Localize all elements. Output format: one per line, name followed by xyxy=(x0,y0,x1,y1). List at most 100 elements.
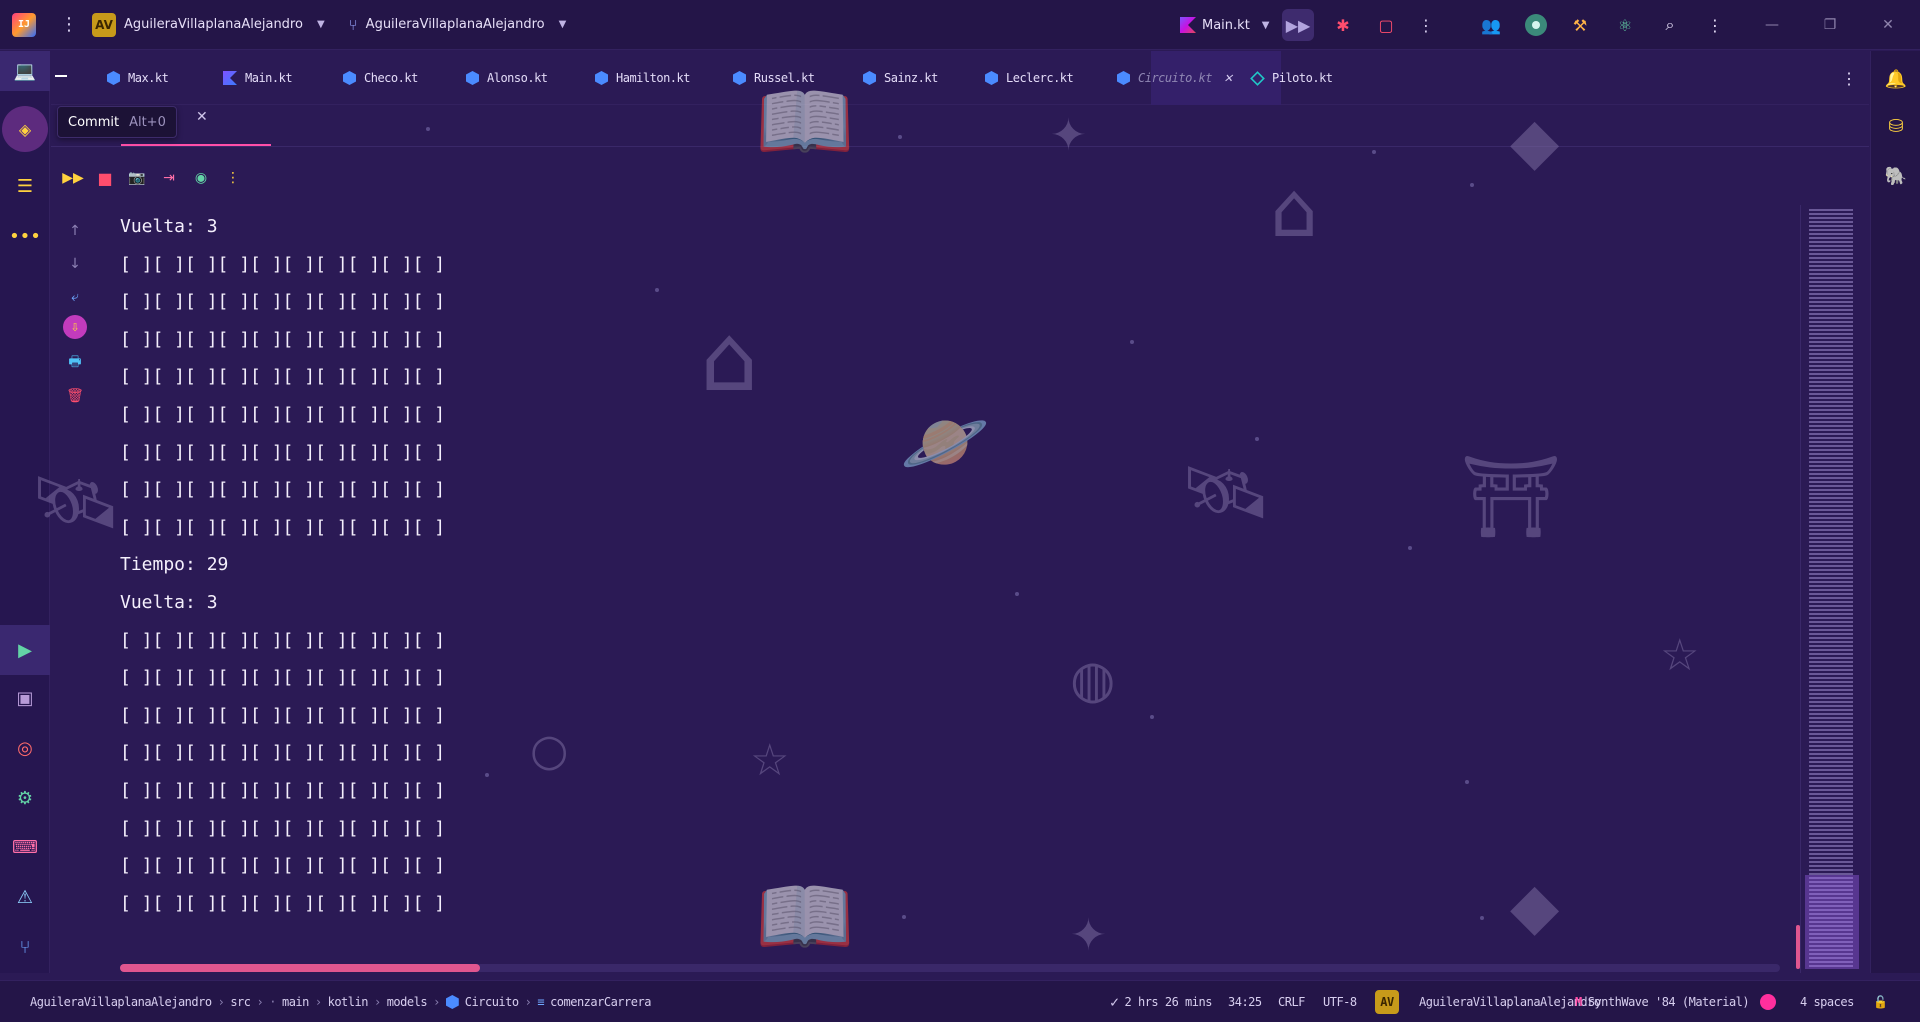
user-info[interactable]: AV AguileraVillaplanaAlejandro xyxy=(1375,981,1601,1022)
ai-assistant-icon[interactable] xyxy=(1520,9,1552,41)
table-doodle: ⛩ xyxy=(1460,450,1562,543)
breadcrumb-item[interactable]: models xyxy=(387,995,428,1009)
branch-selector[interactable]: ⑂ AguileraVillaplanaAlejandro ▼ xyxy=(349,0,567,50)
lock-icon[interactable]: 🔓 xyxy=(1873,981,1888,1022)
project-avatar: AV xyxy=(92,12,116,37)
arrow-up-icon[interactable]: ↑ xyxy=(60,216,90,246)
intellij-logo-icon[interactable]: IJ xyxy=(12,12,36,37)
console-line: [ ][ ][ ][ ][ ][ ][ ][ ][ ][ ] xyxy=(120,855,446,877)
terminal-icon[interactable]: ⌨ xyxy=(0,827,50,867)
cursor-position[interactable]: 34:25 xyxy=(1228,981,1262,1022)
stop-icon[interactable]: ■ xyxy=(89,162,121,194)
breadcrumb-item[interactable]: kotlin xyxy=(328,995,369,1009)
git-icon[interactable]: ⑂ xyxy=(0,927,50,967)
console-line: [ ][ ][ ][ ][ ][ ][ ][ ][ ][ ] xyxy=(120,704,446,726)
tab-alonso[interactable]: Alonso.kt xyxy=(466,65,548,91)
time-tracker[interactable]: ✓ 2 hrs 26 mins xyxy=(1110,981,1212,1022)
horizontal-scrollbar-thumb[interactable] xyxy=(120,964,480,972)
more-tools-icon[interactable]: ••• xyxy=(0,216,50,256)
more-options-icon[interactable]: ⋮ xyxy=(217,162,249,194)
search-icon[interactable]: ⌕ xyxy=(1654,9,1686,41)
breadcrumb-item[interactable]: comenzarCarrera xyxy=(550,995,651,1009)
close-run-tab-icon[interactable]: ✕ xyxy=(196,109,208,125)
more-actions-icon[interactable]: ⋮ xyxy=(1410,9,1442,41)
structure-icon[interactable]: ☰ xyxy=(0,166,50,206)
trash-icon[interactable]: 🗑 xyxy=(60,381,90,411)
tab-max[interactable]: Max.kt xyxy=(107,65,169,91)
gradle-icon[interactable]: 🐘 xyxy=(1871,156,1920,196)
main-menu-icon[interactable]: ⋮ xyxy=(54,0,84,50)
profiler-icon[interactable]: ◎ xyxy=(0,728,50,768)
file-encoding[interactable]: UTF-8 xyxy=(1323,981,1357,1022)
branch-name: AguileraVillaplanaAlejandro xyxy=(365,17,545,32)
arrow-down-icon[interactable]: ↓ xyxy=(60,249,90,279)
divider xyxy=(51,146,1869,147)
restore-icon[interactable]: ❐ xyxy=(1810,0,1850,50)
settings-more-icon[interactable]: ⋮ xyxy=(1699,9,1731,41)
build-tools-icon[interactable]: ⚒ xyxy=(1564,9,1596,41)
tab-label: Max.kt xyxy=(128,71,169,85)
scroll-to-end-icon[interactable]: ⇩ xyxy=(63,315,87,339)
soft-wrap-icon[interactable]: ⤶ xyxy=(60,282,90,312)
stop-button[interactable]: ▢ xyxy=(1370,9,1402,41)
tab-piloto[interactable]: Piloto.kt xyxy=(1250,65,1333,91)
gear-icon[interactable]: ⚙ xyxy=(0,778,50,818)
project-selector[interactable]: AV AguileraVillaplanaAlejandro ▼ xyxy=(92,0,325,50)
attach-debugger-icon[interactable]: ◉ xyxy=(185,162,217,194)
tooltip-label: Commit xyxy=(68,114,120,130)
collapse-icon[interactable] xyxy=(55,75,67,77)
chevron-right-icon: › xyxy=(433,995,440,1009)
commit-tool-button[interactable]: ◈ xyxy=(0,106,50,152)
tab-sainz[interactable]: Sainz.kt xyxy=(863,65,938,91)
breadcrumb-item[interactable]: Circuito xyxy=(465,995,519,1009)
tab-russel[interactable]: Russel.kt xyxy=(733,65,815,91)
tab-circuito[interactable]: Circuito.kt ✕ xyxy=(1117,65,1232,91)
plugin-atom-icon[interactable]: ⚛ xyxy=(1609,9,1641,41)
horizontal-scrollbar[interactable] xyxy=(120,964,1780,972)
cube-icon xyxy=(863,71,876,85)
line-separator[interactable]: CRLF xyxy=(1278,981,1305,1022)
code-with-me-icon[interactable]: 👥 xyxy=(1475,9,1507,41)
tab-checo[interactable]: Checo.kt xyxy=(343,65,418,91)
folder-dot-icon: · xyxy=(269,995,276,1009)
tab-main[interactable]: Main.kt xyxy=(223,65,293,91)
database-icon[interactable]: ⛁ xyxy=(1871,106,1920,146)
cube-icon xyxy=(595,71,608,85)
minimap-viewport[interactable] xyxy=(1805,875,1859,969)
run-config-selector[interactable]: Main.kt ▼ xyxy=(1180,0,1270,50)
chevron-right-icon: › xyxy=(524,995,532,1009)
exit-icon[interactable]: ⇥ xyxy=(153,162,185,194)
console-minimap[interactable] xyxy=(1800,205,1862,973)
services-icon[interactable]: ▣ xyxy=(0,678,50,718)
breadcrumb-item[interactable]: src xyxy=(230,995,251,1009)
tab-leclerc[interactable]: Leclerc.kt xyxy=(985,65,1074,91)
project-view-icon[interactable]: 💻 xyxy=(0,51,50,91)
tab-options-icon[interactable]: ⋮ xyxy=(1841,65,1857,91)
notifications-icon[interactable]: 🔔 xyxy=(1871,59,1920,99)
close-icon[interactable]: ✕ xyxy=(1868,0,1908,50)
tab-label: Sainz.kt xyxy=(884,71,938,85)
console-output[interactable]: Vuelta: 3 [ ][ ][ ][ ][ ][ ][ ][ ][ ][ ]… xyxy=(120,212,1440,962)
interface-icon xyxy=(1250,70,1265,86)
debug-icon[interactable]: ✱ xyxy=(1327,9,1359,41)
right-tool-strip: 🔔 ⛁ 🐘 xyxy=(1870,51,1920,973)
run-tool-icon[interactable]: ▶ xyxy=(0,625,50,675)
breadcrumb-item[interactable]: AguileraVillaplanaAlejandro xyxy=(30,995,212,1009)
camera-icon[interactable]: 📷 xyxy=(121,162,153,194)
problems-icon[interactable]: ⚠ xyxy=(0,877,50,917)
minimize-icon[interactable]: — xyxy=(1752,0,1792,50)
close-icon[interactable]: ✕ xyxy=(1224,70,1232,86)
power-status[interactable] xyxy=(1760,981,1776,1022)
vertical-scrollbar-thumb[interactable] xyxy=(1796,925,1800,969)
tab-label: Leclerc.kt xyxy=(1006,71,1074,85)
breadcrumb-item[interactable]: main xyxy=(282,995,309,1009)
rerun-icon[interactable]: ▶▶ xyxy=(57,162,89,194)
print-icon[interactable]: 🖶 xyxy=(60,348,90,378)
console-line: [ ][ ][ ][ ][ ][ ][ ][ ][ ][ ] xyxy=(120,403,446,425)
indent-setting[interactable]: 4 spaces xyxy=(1800,981,1854,1022)
project-name: AguileraVillaplanaAlejandro xyxy=(124,17,303,32)
theme-selector[interactable]: M SynthWave '84 (Material) xyxy=(1575,981,1750,1022)
tab-hamilton[interactable]: Hamilton.kt xyxy=(595,65,690,91)
rerun-button[interactable]: ▶▶ xyxy=(1282,9,1314,41)
chevron-right-icon: › xyxy=(373,995,381,1009)
